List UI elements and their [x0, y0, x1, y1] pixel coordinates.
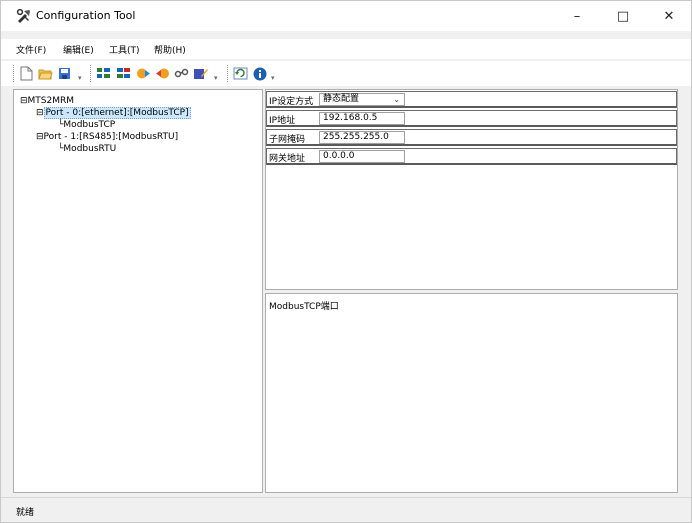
- title-bar: Configuration Tool – □ ✕: [1, 1, 691, 31]
- edit-icon[interactable]: [192, 65, 209, 82]
- tree-node-label: Port - 0:[ethernet]:[ModbusTCP]: [43, 107, 191, 119]
- property-label: IP设定方式: [269, 97, 314, 107]
- window-title: Configuration Tool: [36, 9, 136, 22]
- status-bar: 就绪: [1, 497, 691, 522]
- description-text: ModbusTCP端口: [269, 302, 339, 312]
- property-label: IP地址: [269, 116, 296, 126]
- minimize-button[interactable]: –: [554, 1, 600, 31]
- tree-node-label: Port - 1:[RS485]:[ModbusRTU]: [43, 132, 179, 142]
- property-label: 子网掩码: [269, 135, 306, 145]
- menu-edit[interactable]: 编辑(E): [63, 43, 94, 56]
- minimize-icon: –: [573, 8, 581, 24]
- property-row-subnet-mask: 子网掩码 255.255.255.0: [266, 129, 677, 146]
- description-pane: ModbusTCP端口: [265, 293, 678, 493]
- device-tree: ⊟MTS2MRM ⊟ Port - 0:[ethernet]:[ModbusTCP…: [13, 89, 263, 493]
- menu-help[interactable]: 帮助(H): [154, 43, 186, 56]
- tree-node-port0-child[interactable]: └ModbusTCP: [58, 120, 115, 130]
- close-icon: ✕: [663, 8, 675, 24]
- refresh-icon[interactable]: [232, 65, 249, 82]
- add-port-icon[interactable]: [95, 65, 112, 82]
- collapse-icon[interactable]: ⊟: [36, 132, 44, 142]
- property-row-ip-address: IP地址 192.168.0.5: [266, 110, 677, 127]
- collapse-icon[interactable]: ⊟: [20, 96, 28, 106]
- close-button[interactable]: ✕: [646, 1, 692, 31]
- menu-bar: 文件(F) 编辑(E) 工具(T) 帮助(H): [1, 39, 691, 59]
- menu-file[interactable]: 文件(F): [16, 43, 46, 56]
- toolbar-grip[interactable]: [90, 65, 93, 82]
- property-row-gateway: 网关地址 0.0.0.0: [266, 148, 677, 165]
- toolbar-dropdown-3[interactable]: ▾: [271, 74, 275, 82]
- open-folder-icon[interactable]: [37, 65, 54, 82]
- tree-node-label: MTS2MRM: [27, 96, 75, 106]
- property-row-ip-mode: IP设定方式 静态配置 ⌄: [266, 91, 677, 108]
- link-icon[interactable]: [173, 65, 190, 82]
- toolbar-dropdown-2[interactable]: ▾: [214, 74, 218, 82]
- maximize-icon: □: [616, 8, 630, 24]
- collapse-icon[interactable]: ⊟: [36, 108, 44, 118]
- tree-node-label: ModbusRTU: [63, 144, 117, 154]
- tools-icon: [16, 8, 32, 24]
- toolbar-grip[interactable]: [227, 65, 230, 82]
- toolbar-dropdown-1[interactable]: ▾: [78, 74, 82, 82]
- tree-node-port1[interactable]: ⊟Port - 1:[RS485]:[ModbusRTU]: [36, 132, 178, 142]
- gateway-field[interactable]: 0.0.0.0: [319, 150, 405, 163]
- new-file-icon[interactable]: [18, 65, 35, 82]
- property-label: 网关地址: [269, 154, 306, 164]
- tree-node-root[interactable]: ⊟MTS2MRM: [20, 96, 74, 106]
- chevron-down-icon[interactable]: ⌄: [393, 94, 400, 105]
- status-text: 就绪: [16, 508, 35, 518]
- select-value: 静态配置: [323, 94, 360, 104]
- tree-node-port0[interactable]: ⊟ Port - 0:[ethernet]:[ModbusTCP]: [36, 107, 191, 119]
- toolbar-grip[interactable]: [13, 65, 16, 82]
- maximize-button[interactable]: □: [600, 1, 646, 31]
- menu-tools[interactable]: 工具(T): [109, 43, 140, 56]
- upload-icon[interactable]: [154, 65, 171, 82]
- app-window: Configuration Tool – □ ✕ 文件(F) 编辑(E) 工具(…: [0, 0, 692, 523]
- info-icon[interactable]: [251, 65, 268, 82]
- add-protocol-icon[interactable]: [115, 65, 132, 82]
- tree-node-port1-child[interactable]: └ModbusRTU: [58, 144, 116, 154]
- ip-mode-select[interactable]: 静态配置 ⌄: [319, 93, 405, 106]
- toolbar: ▾ ▾ ▾: [1, 61, 691, 86]
- download-icon[interactable]: [135, 65, 152, 82]
- subnet-mask-field[interactable]: 255.255.255.0: [319, 131, 405, 144]
- tree-node-label: ModbusTCP: [63, 120, 116, 130]
- ip-address-field[interactable]: 192.168.0.5: [319, 112, 405, 125]
- save-icon[interactable]: [56, 65, 73, 82]
- property-grid: IP设定方式 静态配置 ⌄ IP地址 192.168.0.5 子网掩码 255.…: [265, 89, 678, 290]
